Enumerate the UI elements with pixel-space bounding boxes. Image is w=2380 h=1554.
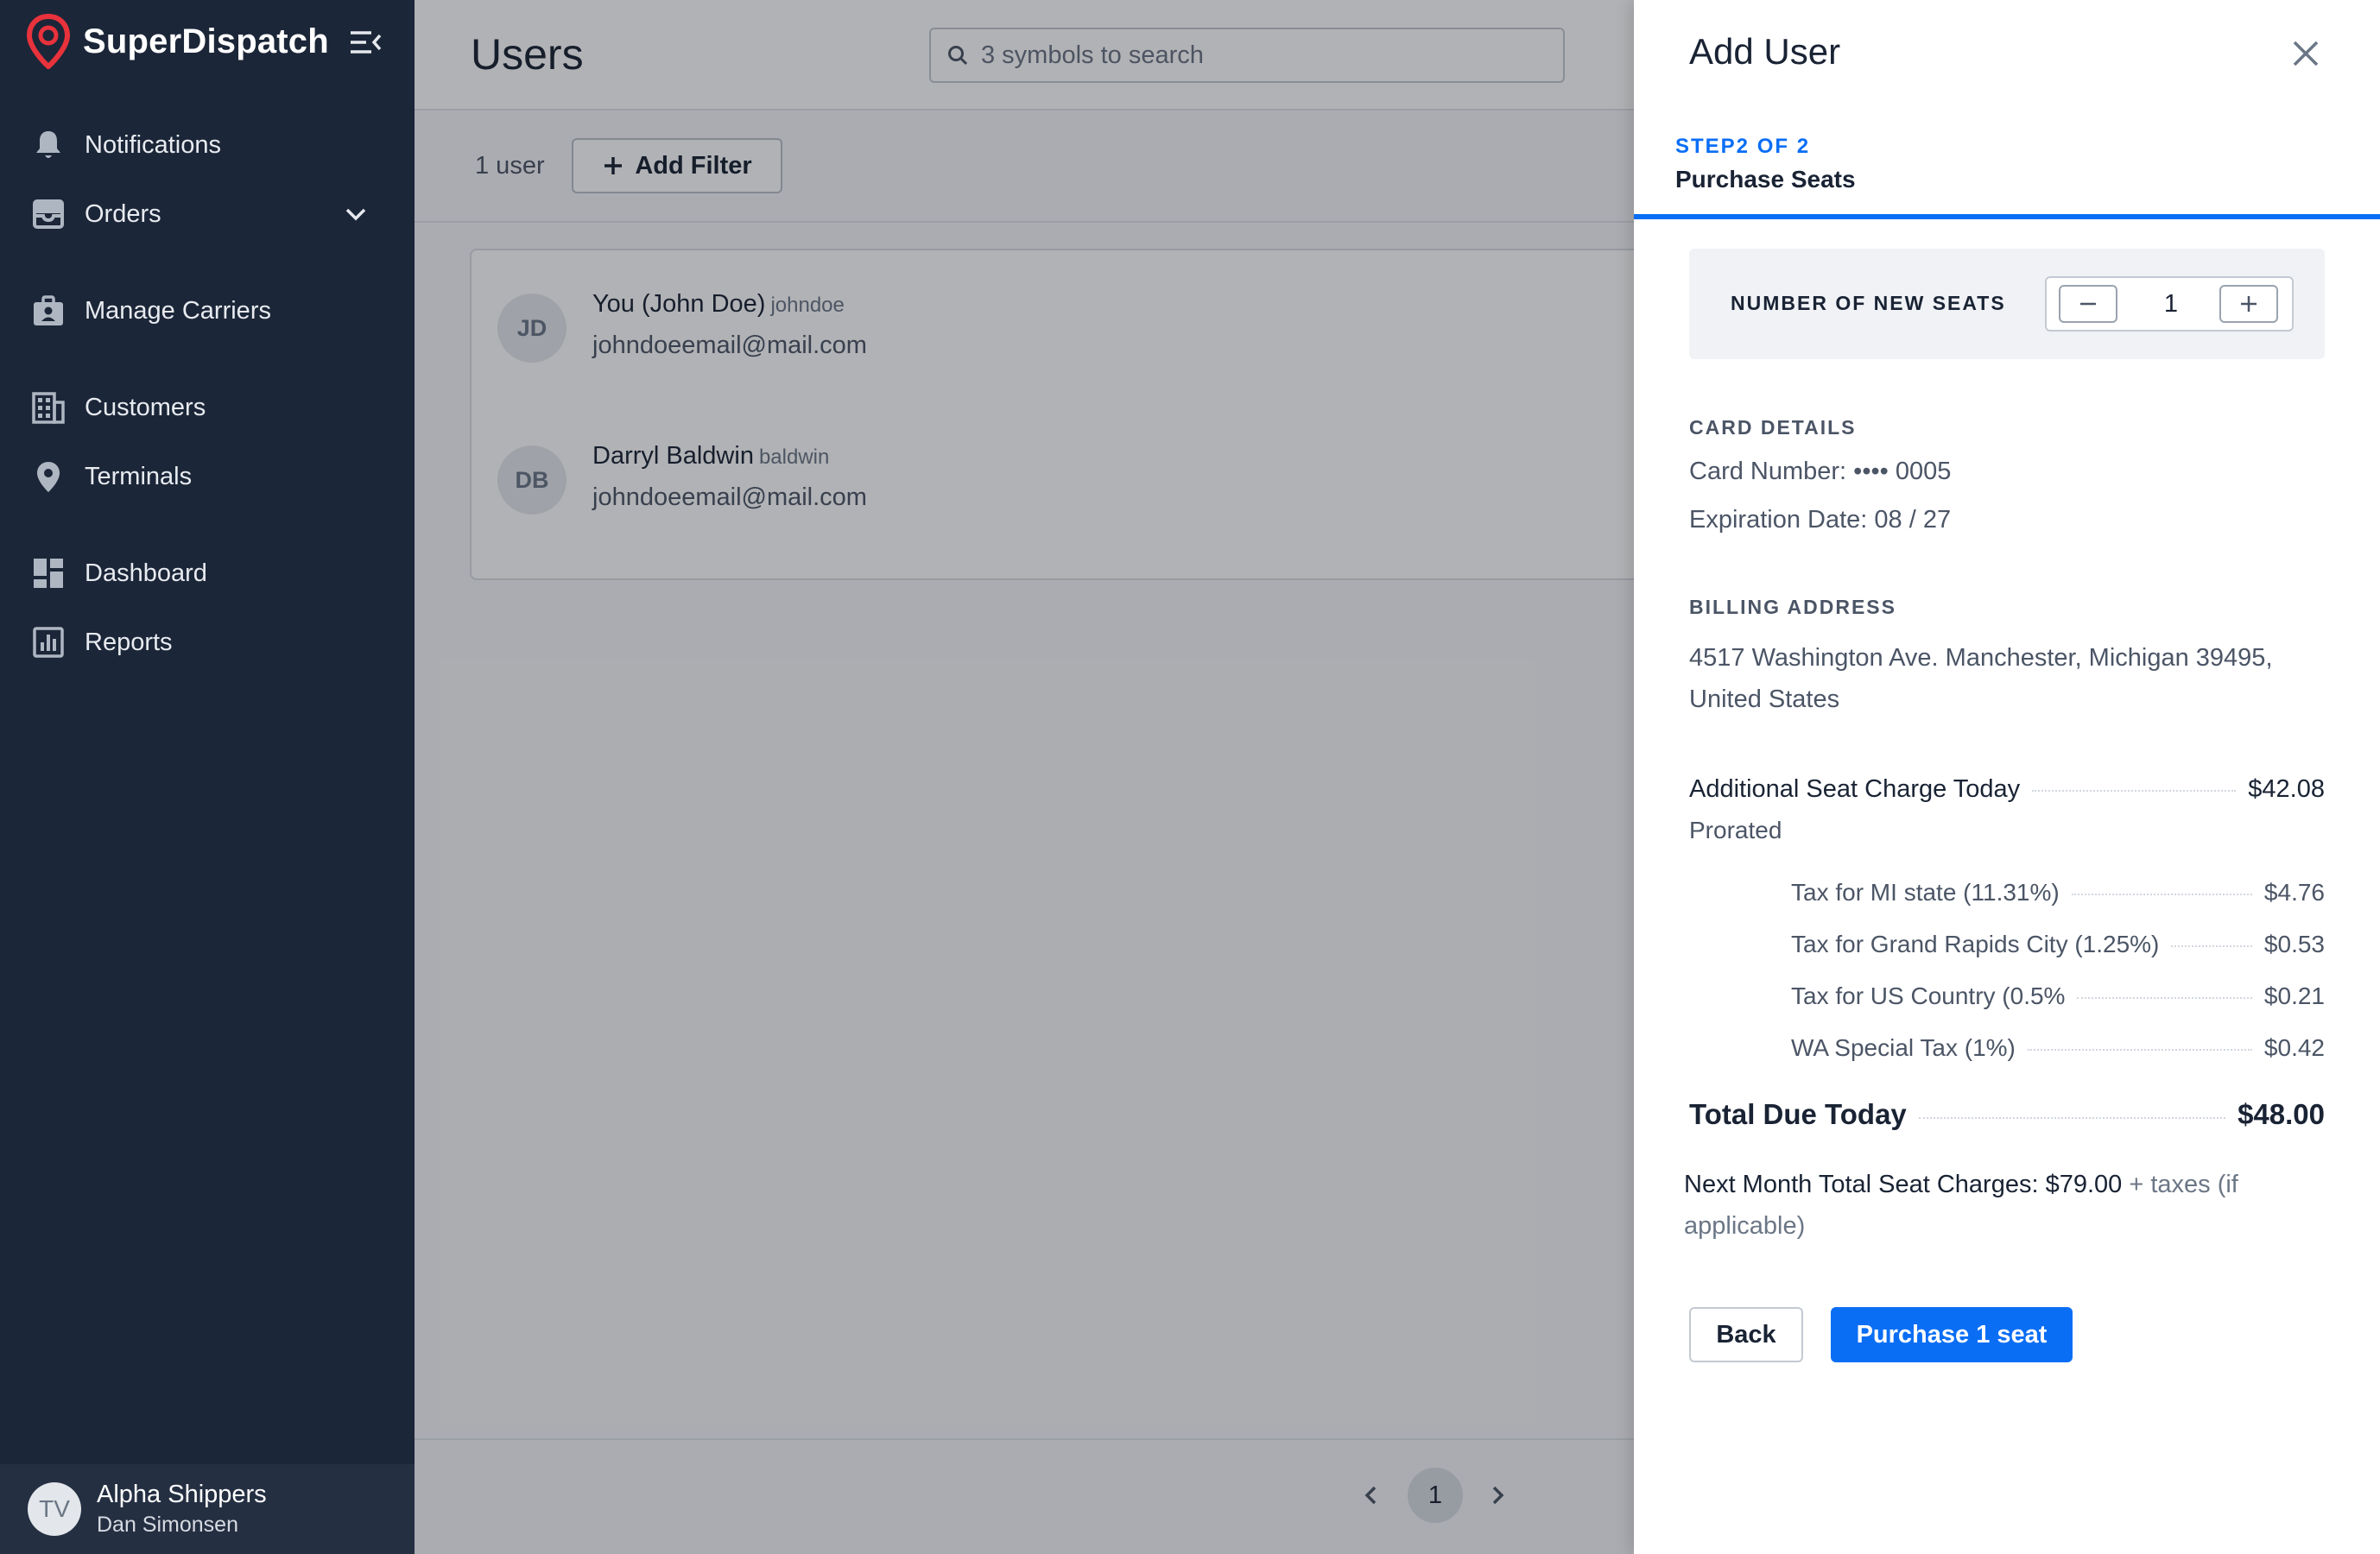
sidebar-item-manage-carriers[interactable]: Manage Carriers bbox=[0, 281, 415, 341]
sidebar-item-label: Dashboard bbox=[85, 559, 207, 587]
bell-icon bbox=[31, 128, 66, 162]
step-progress-bar bbox=[1634, 214, 2380, 219]
collapse-menu-icon[interactable] bbox=[347, 24, 383, 60]
tax-amount: $4.76 bbox=[2263, 879, 2325, 906]
seat-charge-label: Additional Seat Charge Today bbox=[1689, 775, 2021, 803]
prorated-note: Prorated bbox=[1689, 817, 1782, 843]
tax-row: Tax for Grand Rapids City (1.25%) $0.53 bbox=[1791, 931, 2325, 958]
card-number: Card Number: •••• 0005 bbox=[1689, 458, 1952, 485]
dashboard-icon bbox=[31, 556, 66, 591]
sidebar-item-notifications[interactable]: Notifications bbox=[0, 115, 415, 175]
step-indicator: STEP2 OF 2 bbox=[1675, 135, 1811, 158]
purchase-seat-button[interactable]: Purchase 1 seat bbox=[1831, 1307, 2073, 1362]
seats-label: NUMBER OF NEW SEATS bbox=[1731, 292, 2006, 314]
avatar: TV bbox=[28, 1482, 81, 1536]
tax-row: WA Special Tax (1%) $0.42 bbox=[1791, 1034, 2325, 1062]
decrement-button[interactable] bbox=[2059, 285, 2117, 323]
dotted-leader bbox=[2027, 1049, 2252, 1051]
organization-name: Alpha Shippers bbox=[97, 1481, 267, 1508]
seats-count-input[interactable]: 1 bbox=[2128, 290, 2214, 319]
dotted-leader bbox=[2077, 997, 2252, 999]
tax-amount: $0.21 bbox=[2263, 982, 2325, 1009]
briefcase-badge-icon bbox=[31, 294, 66, 328]
brand-name: SuperDispatch bbox=[83, 22, 329, 60]
sidebar-item-label: Terminals bbox=[85, 462, 193, 490]
tax-amount: $0.42 bbox=[2263, 1034, 2325, 1061]
account-user-name: Dan Simonsen bbox=[97, 1513, 238, 1537]
total-due-amount: $48.00 bbox=[2238, 1098, 2325, 1130]
superdispatch-logo-icon bbox=[26, 14, 71, 69]
tax-label: Tax for Grand Rapids City (1.25%) bbox=[1791, 931, 2160, 957]
account-info: Alpha Shippers Dan Simonsen bbox=[97, 1481, 267, 1538]
close-icon[interactable] bbox=[2287, 35, 2325, 73]
back-button[interactable]: Back bbox=[1689, 1307, 1803, 1362]
add-user-drawer: Add User STEP2 OF 2 Purchase Seats NUMBE… bbox=[1634, 0, 2380, 1554]
inbox-icon bbox=[31, 197, 66, 231]
step-title: Purchase Seats bbox=[1675, 166, 1856, 193]
sidebar-item-label: Notifications bbox=[85, 130, 221, 159]
tax-row: Tax for MI state (11.31%) $4.76 bbox=[1791, 879, 2325, 906]
billing-address: 4517 Washington Ave. Manchester, Michiga… bbox=[1689, 644, 2273, 713]
sidebar-item-dashboard[interactable]: Dashboard bbox=[0, 543, 415, 603]
tax-amount: $0.53 bbox=[2263, 931, 2325, 957]
seat-charge-row: Additional Seat Charge Today $42.08 bbox=[1689, 775, 2325, 804]
chevron-down-icon[interactable] bbox=[340, 199, 371, 230]
sidebar-item-orders[interactable]: Orders bbox=[0, 184, 415, 244]
brand[interactable]: SuperDispatch bbox=[26, 12, 329, 71]
dotted-leader bbox=[1918, 1117, 2226, 1119]
sidebar-item-label: Reports bbox=[85, 628, 173, 656]
map-pin-icon bbox=[31, 459, 66, 494]
dotted-leader bbox=[2171, 945, 2252, 947]
sidebar-item-label: Customers bbox=[85, 393, 206, 421]
minus-icon bbox=[2078, 294, 2098, 314]
next-month-amount: Next Month Total Seat Charges: $79.00 bbox=[1684, 1171, 2123, 1198]
seat-charge-amount: $42.08 bbox=[2248, 775, 2325, 803]
billing-address-heading: BILLING ADDRESS bbox=[1689, 596, 1896, 618]
tax-label: Tax for MI state (11.31%) bbox=[1791, 879, 2060, 906]
increment-button[interactable] bbox=[2219, 285, 2278, 323]
seats-stepper: 1 bbox=[2045, 276, 2294, 332]
bar-chart-icon bbox=[31, 625, 66, 660]
seats-panel: NUMBER OF NEW SEATS 1 bbox=[1689, 249, 2325, 359]
sidebar-item-label: Manage Carriers bbox=[85, 296, 271, 325]
total-due-row: Total Due Today $48.00 bbox=[1689, 1098, 2325, 1131]
card-expiration: Expiration Date: 08 / 27 bbox=[1689, 506, 1952, 534]
tax-label: Tax for US Country (0.5% bbox=[1791, 982, 2066, 1009]
tax-row: Tax for US Country (0.5% $0.21 bbox=[1791, 982, 2325, 1010]
building-icon bbox=[31, 390, 66, 425]
dotted-leader bbox=[2071, 894, 2252, 895]
drawer-title: Add User bbox=[1689, 31, 1841, 72]
sidebar-item-reports[interactable]: Reports bbox=[0, 612, 415, 673]
tax-label: WA Special Tax (1%) bbox=[1791, 1034, 2016, 1061]
next-month-charges: Next Month Total Seat Charges: $79.00 + … bbox=[1684, 1164, 2323, 1247]
sidebar-item-customers[interactable]: Customers bbox=[0, 377, 415, 438]
total-due-label: Total Due Today bbox=[1689, 1098, 1907, 1130]
sidebar: SuperDispatch Notifications Orders Manag… bbox=[0, 0, 415, 1554]
sidebar-item-terminals[interactable]: Terminals bbox=[0, 446, 415, 507]
plus-icon bbox=[2238, 294, 2259, 314]
account-switcher[interactable]: TV Alpha Shippers Dan Simonsen bbox=[0, 1464, 415, 1554]
sidebar-item-label: Orders bbox=[85, 199, 161, 228]
card-details-heading: CARD DETAILS bbox=[1689, 416, 1857, 439]
dotted-leader bbox=[2032, 790, 2237, 792]
